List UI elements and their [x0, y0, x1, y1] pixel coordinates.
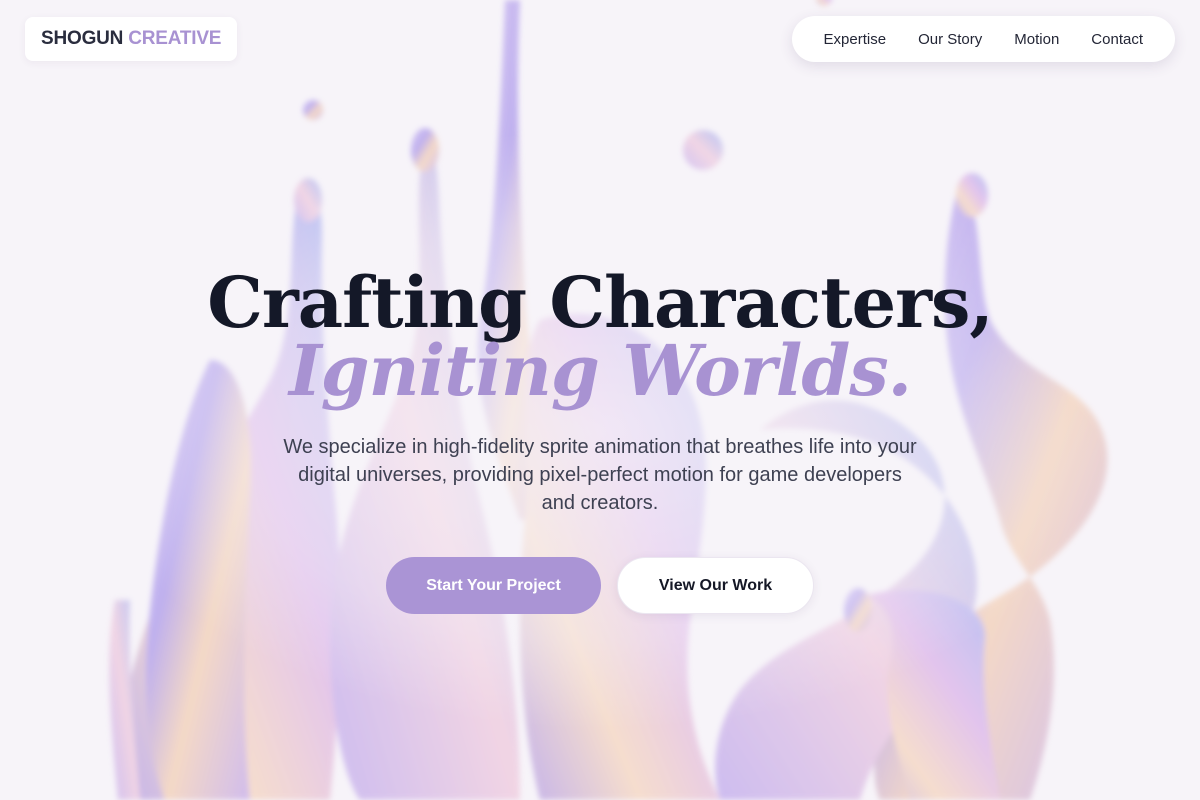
hero-headline-line2: Igniting Worlds. [288, 329, 912, 412]
page: SHOGUN CREATIVE Expertise Our Story Moti… [0, 0, 1200, 800]
hero-headline: Crafting Characters, Igniting Worlds. [0, 262, 1200, 408]
brand-name-primary: SHOGUN [41, 28, 124, 49]
start-project-button[interactable]: Start Your Project [386, 557, 601, 614]
main-nav: Expertise Our Story Motion Contact [791, 16, 1175, 62]
brand-name-accent: CREATIVE [128, 28, 222, 49]
brand-logo[interactable]: SHOGUN CREATIVE [25, 17, 238, 61]
nav-item-expertise[interactable]: Expertise [808, 31, 903, 48]
hero-subtitle: We specialize in high-fidelity sprite an… [283, 436, 917, 514]
nav-item-contact[interactable]: Contact [1075, 31, 1159, 48]
view-work-button[interactable]: View Our Work [617, 557, 814, 614]
nav-item-our-story[interactable]: Our Story [902, 31, 998, 48]
nav-item-motion[interactable]: Motion [998, 31, 1075, 48]
